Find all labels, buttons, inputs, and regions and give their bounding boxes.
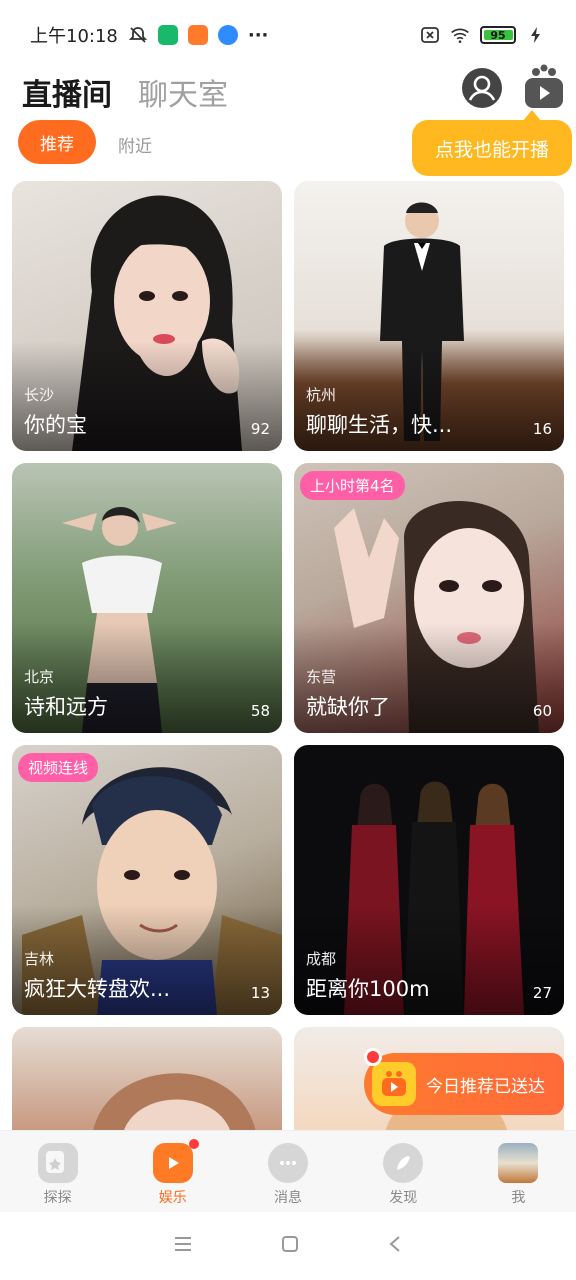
card-title: 聊聊生活，快...: [306, 413, 453, 437]
charging-icon: [526, 25, 546, 45]
battery-level: 95: [490, 28, 506, 42]
card-city: 长沙: [24, 386, 55, 404]
bell-off-icon: [128, 25, 148, 45]
live-tv-icon: [152, 1139, 199, 1183]
card-city: 北京: [24, 668, 55, 686]
card-title: 就缺你了: [306, 695, 390, 719]
card-city: 杭州: [306, 386, 337, 404]
sim-off-icon: [420, 25, 440, 45]
card-city: 成都: [306, 950, 337, 968]
chat-bubble-icon: [268, 1143, 308, 1183]
live-room-card[interactable]: 杭州 聊聊生活，快... 16: [294, 181, 564, 451]
cards-icon: [37, 1143, 78, 1183]
nav-label: 娱乐: [158, 1190, 187, 1206]
card-city: 东营: [306, 668, 337, 686]
viewer-count: 16: [532, 420, 552, 438]
live-room-card[interactable]: 北京 诗和远方 58: [12, 463, 282, 733]
user-icon: [463, 69, 501, 107]
menu-icon[interactable]: [173, 1235, 193, 1257]
subtab-recommend[interactable]: 推荐: [18, 120, 96, 164]
video-link-badge: 视频连线: [18, 753, 99, 782]
live-room-card[interactable]: 长沙 你的宝 92: [12, 181, 282, 451]
card-title: 距离你100m: [306, 977, 430, 1001]
tab-live-room[interactable]: 直播间: [22, 70, 112, 114]
nav-tantan[interactable]: 探探: [0, 1131, 115, 1212]
wifi-icon: [450, 25, 470, 45]
browser-app-icon: [217, 25, 238, 45]
card-title: 疯狂大转盘欢...: [24, 977, 171, 1001]
notification-dot: [364, 1048, 382, 1066]
viewer-count: 13: [250, 984, 270, 1002]
recommendation-notice[interactable]: 今日推荐已送达: [364, 1053, 564, 1115]
nav-label: 我: [511, 1190, 526, 1206]
top-header: 直播间 聊天室: [0, 64, 576, 118]
nav-label: 探探: [43, 1190, 72, 1206]
nav-entertainment[interactable]: 娱乐: [115, 1131, 230, 1212]
notification-dot: [188, 1139, 199, 1149]
nav-label: 发现: [389, 1190, 418, 1206]
card-title: 你的宝: [24, 413, 87, 437]
battery-indicator: 95: [480, 26, 516, 44]
live-tv-icon: [525, 64, 563, 108]
live-room-card[interactable]: 视频连线 吉林 疯狂大转盘欢... 13: [12, 745, 282, 1015]
back-icon[interactable]: [387, 1234, 403, 1258]
home-icon[interactable]: [280, 1234, 300, 1258]
tab-chat-room[interactable]: 聊天室: [138, 70, 228, 114]
viewer-count: 92: [250, 420, 270, 438]
card-title: 诗和远方: [24, 695, 108, 719]
viewer-count: 60: [532, 702, 552, 720]
more-notifications: ···: [247, 24, 269, 46]
start-live-tooltip[interactable]: 点我也能开播: [412, 110, 572, 176]
streamer-photo: [82, 1047, 262, 1130]
nav-discover[interactable]: 发现: [346, 1131, 461, 1212]
card-city: 吉林: [24, 950, 55, 968]
live-room-card[interactable]: [12, 1027, 282, 1130]
compass-icon: [383, 1143, 424, 1183]
notice-text: 今日推荐已送达: [426, 1076, 545, 1097]
shield-app-icon: [157, 25, 178, 45]
start-live-button[interactable]: [522, 64, 566, 110]
bottom-nav: 探探 娱乐 消息 发现 我: [0, 1130, 576, 1212]
live-tv-icon: [372, 1062, 416, 1106]
rank-badge: 上小时第4名: [300, 471, 405, 500]
profile-button[interactable]: [462, 68, 502, 108]
viewer-count: 58: [250, 702, 270, 720]
status-bar: 上午10:18 ··· 95: [0, 0, 576, 70]
nav-messages[interactable]: 消息: [230, 1131, 345, 1212]
status-time: 上午10:18: [30, 26, 118, 47]
nav-label: 消息: [274, 1190, 302, 1206]
viewer-count: 27: [532, 984, 552, 1002]
subtab-nearby[interactable]: 附近: [118, 132, 152, 157]
live-room-card[interactable]: 成都 距离你100m 27: [294, 745, 564, 1015]
live-room-card[interactable]: 上小时第4名 东营 就缺你了 60: [294, 463, 564, 733]
fox-app-icon: [187, 25, 208, 45]
avatar: [498, 1143, 539, 1183]
nav-me[interactable]: 我: [461, 1131, 576, 1212]
system-navigation-bar: [0, 1212, 576, 1280]
